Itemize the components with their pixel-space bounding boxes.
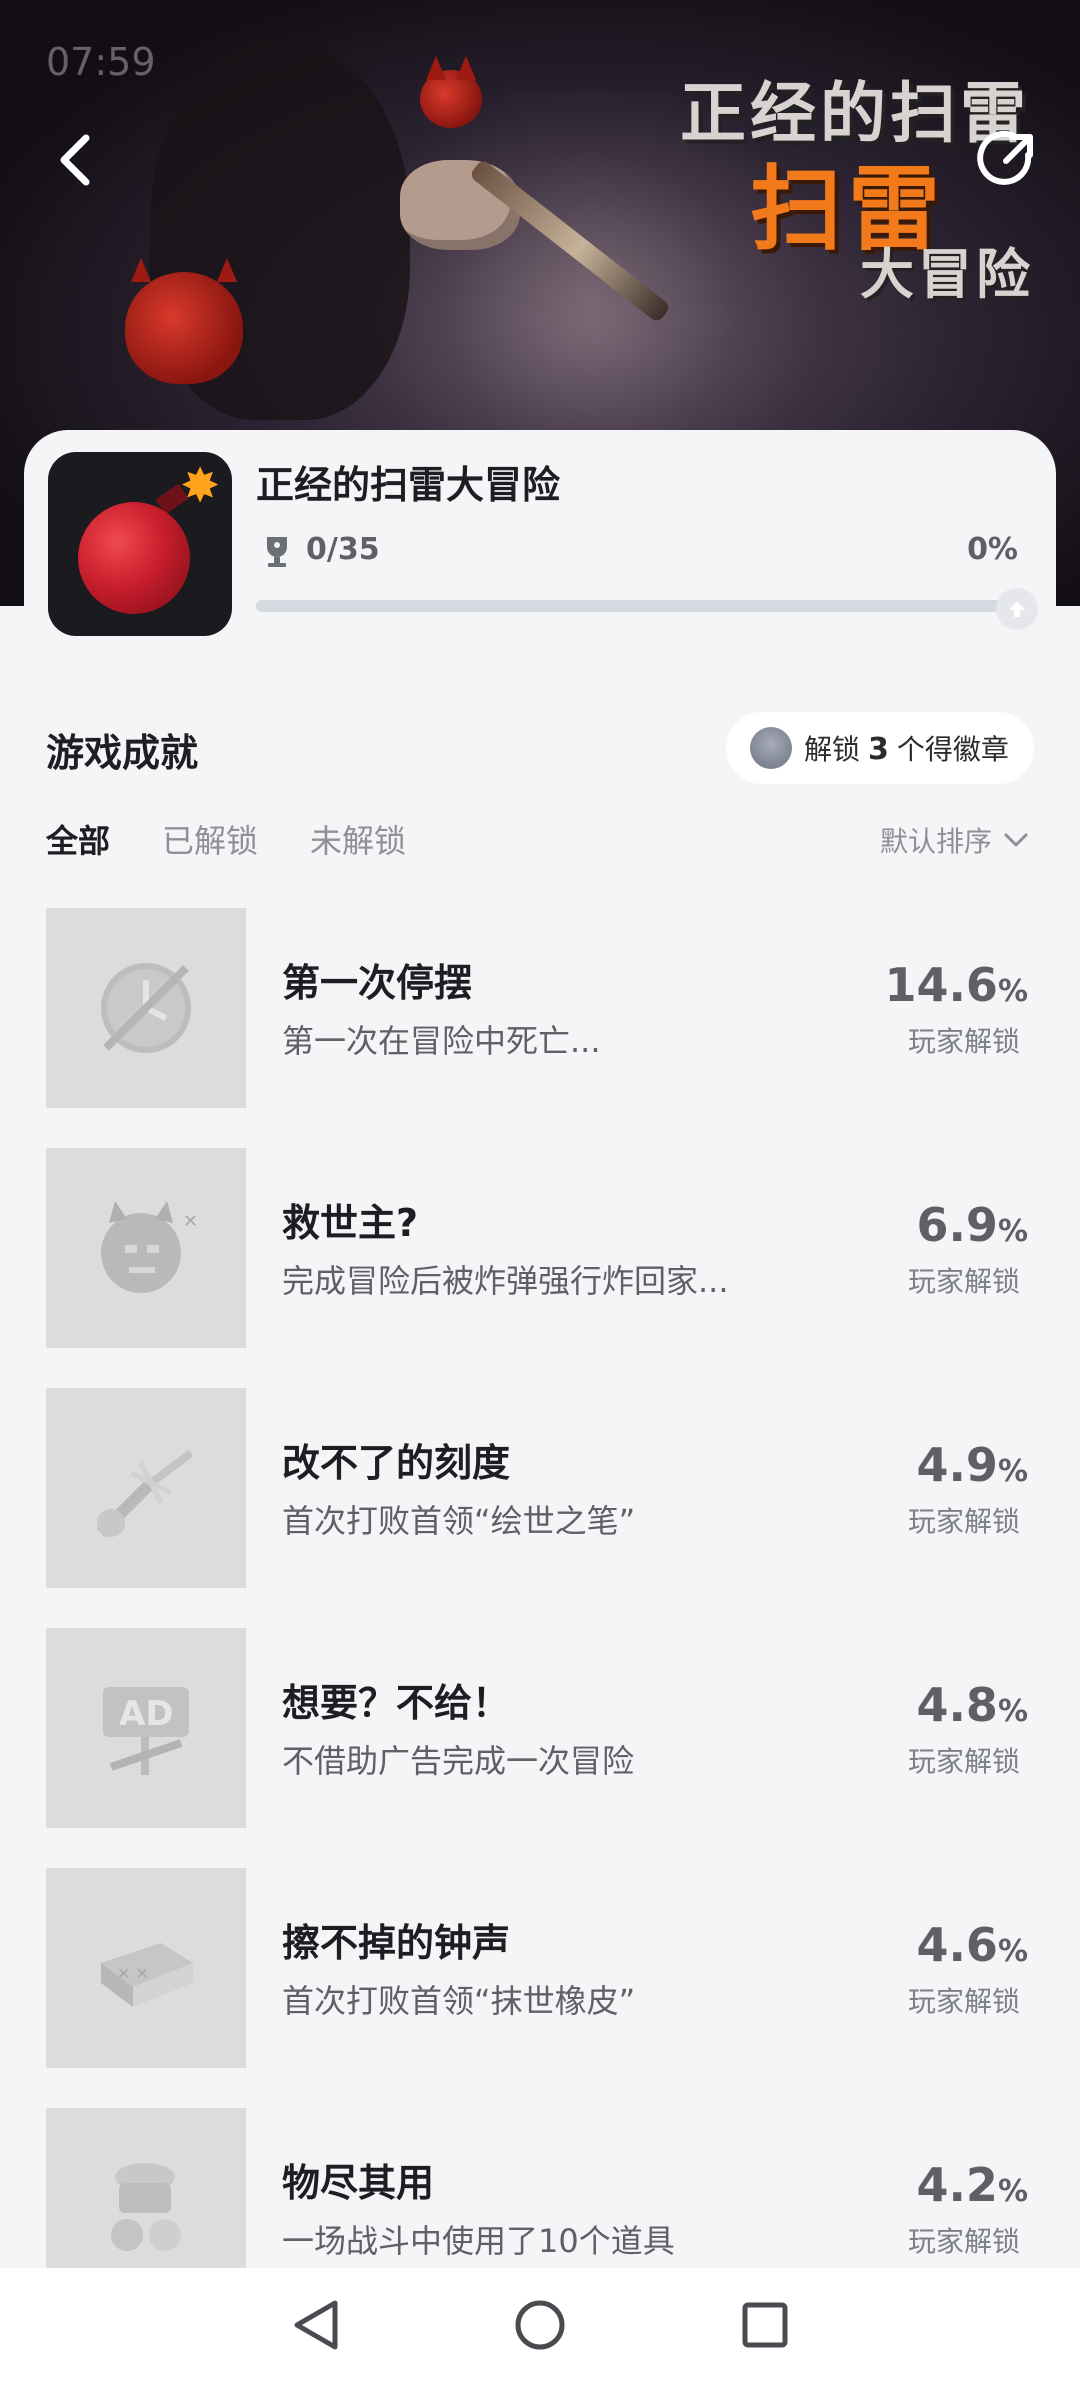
achievement-percent-value: 4.9 [916,1438,998,1492]
achievement-percent: 14.6% [884,958,1028,1012]
achievement-unlock-label: 玩家解锁 [907,1265,1020,1298]
achievement-percent: 4.8% [916,1678,1028,1732]
chevron-down-icon [1004,833,1028,847]
progress-percent: 0% [967,532,1018,567]
achievement-unlock-label: 玩家解锁 [907,1025,1020,1058]
triangle-back-icon [294,2300,338,2350]
achievement-percent-unit: % [997,1694,1028,1729]
progress-knob [996,588,1038,630]
achievement-percent: 6.9% [916,1198,1028,1252]
eraser-icon: ✕ ✕ [46,1868,246,2068]
chevron-left-icon [60,134,90,186]
arrow-up-icon [1009,601,1025,617]
achievement-percent: 4.9% [916,1438,1028,1492]
ad-sign-icon: AD [46,1628,246,1828]
achievement-unlock-label: 玩家解锁 [907,1745,1020,1778]
nav-recents-button[interactable] [730,2290,800,2360]
achievement-percent-unit: % [997,974,1028,1009]
achievement-percent-value: 4.2 [916,2158,998,2212]
achievement-percent-unit: % [997,1214,1028,1249]
achievement-unlock-label: 玩家解锁 [907,2225,1020,2258]
system-navigation-bar [0,2268,1080,2382]
status-time: 07:59 [46,40,156,84]
badge-avatar [750,727,792,769]
badge-prefix: 解锁 [804,733,861,766]
svg-text:✕: ✕ [183,1211,198,1232]
sort-dropdown[interactable]: 默认排序 [880,820,1028,860]
achievement-description: 首次打败首领“绘世之笔” [282,1502,636,1540]
achievement-title: 改不了的刻度 [282,1441,511,1485]
trophy-icon [262,534,292,570]
share-icon [977,131,1033,185]
achievement-row[interactable]: ✕ ✕ 擦不掉的钟声 首次打败首领“抹世橡皮” 4.6% 玩家解锁 [0,1868,1080,2070]
square-recents-icon [742,2302,788,2348]
achievement-row[interactable]: 改不了的刻度 首次打败首领“绘世之笔” 4.9% 玩家解锁 [0,1388,1080,1590]
achievement-description: 不借助广告完成一次冒险 [282,1742,635,1780]
badge-suffix: 个得徽章 [896,733,1009,766]
achievement-percent-unit: % [997,1934,1028,1969]
achievement-description: 首次打败首领“抹世橡皮” [282,1982,636,2020]
demon-bomb-icon: ✕ [46,1148,246,1348]
achievement-percent-unit: % [997,1454,1028,1489]
achievement-percent-value: 4.6 [916,1918,998,1972]
achievement-row[interactable]: ✕ 救世主? 完成冒险后被炸弹强行炸回家... 6.9% 玩家解锁 [0,1148,1080,1350]
demon-head-illustration [420,56,482,128]
achievement-count: 0/35 [306,532,380,567]
broken-clock-icon [46,908,246,1108]
game-app-icon: ✸ [48,452,232,636]
back-button[interactable] [40,120,110,200]
nav-back-button[interactable] [280,2290,350,2360]
section-title: 游戏成就 [46,731,199,775]
badge-text: 解锁 3 个得徽章 [804,728,1009,768]
achievement-title: 想要？不给！ [282,1681,511,1725]
achievement-title: 擦不掉的钟声 [282,1921,511,1965]
achievement-percent: 4.6% [916,1918,1028,1972]
badge-count: 3 [868,732,889,767]
achievement-unlock-label: 玩家解锁 [907,1505,1020,1538]
achievement-title: 救世主? [282,1201,419,1245]
achievement-description: 完成冒险后被炸弹强行炸回家... [282,1262,729,1300]
game-name: 正经的扫雷大冒险 [256,463,561,507]
achievement-description: 第一次在冒险中死亡... [282,1022,601,1060]
achievement-percent: 4.2% [916,2158,1028,2212]
achievement-percent-value: 6.9 [916,1198,998,1252]
share-button[interactable] [970,125,1040,195]
bomb-icon [78,502,190,614]
achievement-title: 物尽其用 [282,2161,435,2205]
logo-line-3: 大冒险 [860,243,1034,306]
progress-bar [256,600,1018,612]
game-info-card: ✸ 正经的扫雷大冒险 0/35 0% [24,430,1056,660]
svg-text:AD: AD [119,1694,174,1734]
sort-label: 默认排序 [880,825,993,858]
tab-all[interactable]: 全部 [46,816,110,862]
demon-bomb-illustration [125,258,243,384]
broken-brush-icon [46,1388,246,1588]
achievement-unlock-label: 玩家解锁 [907,1985,1020,2018]
achievement-title: 第一次停摆 [282,961,473,1005]
circle-home-icon [515,2300,565,2350]
tab-locked[interactable]: 未解锁 [310,816,406,862]
achievement-percent-value: 14.6 [884,958,998,1012]
achievement-row[interactable]: AD 想要？不给！ 不借助广告完成一次冒险 4.8% 玩家解锁 [0,1628,1080,1830]
badge-unlock-pill[interactable]: 解锁 3 个得徽章 [726,712,1034,784]
achievement-description: 一场战斗中使用了10个道具 [282,2222,675,2260]
achievement-percent-unit: % [997,2174,1028,2209]
tab-unlocked[interactable]: 已解锁 [162,816,258,862]
svg-text:✕ ✕: ✕ ✕ [117,1964,149,1983]
spark-icon: ✸ [180,458,221,514]
achievement-percent-value: 4.8 [916,1678,998,1732]
nav-home-button[interactable] [505,2290,575,2360]
achievement-row[interactable]: 第一次停摆 第一次在冒险中死亡... 14.6% 玩家解锁 [0,908,1080,1110]
